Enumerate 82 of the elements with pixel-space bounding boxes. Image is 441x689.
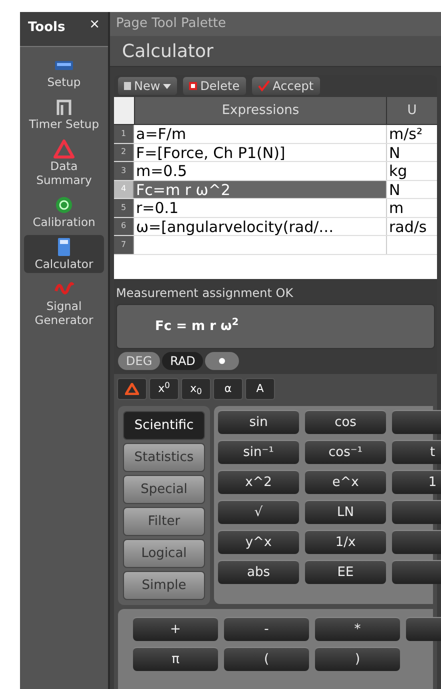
tool-item[interactable]: Calculator xyxy=(24,234,104,272)
operator-key[interactable]: ( xyxy=(224,647,309,671)
target-icon xyxy=(53,194,75,214)
row-number: 7 xyxy=(114,236,134,254)
symbol-button[interactable]: A xyxy=(245,378,275,400)
table-cell: a=F/m xyxy=(134,125,387,142)
tool-item[interactable]: Timer Setup xyxy=(24,94,104,132)
operator-key[interactable]: - xyxy=(224,617,309,641)
table-cell-text: N xyxy=(388,144,402,161)
toolbar-button[interactable]: Delete xyxy=(183,77,246,95)
table-cell-text: N xyxy=(388,180,402,198)
tool-item[interactable]: Setup xyxy=(24,52,104,90)
table-cell: m=0.5 xyxy=(134,162,387,180)
tool-item[interactable]: Data Summary xyxy=(24,136,104,188)
row-number: 4 xyxy=(114,180,134,198)
table-row[interactable]: 7 xyxy=(114,236,437,254)
check-icon xyxy=(258,80,270,92)
mode-tab[interactable]: Simple xyxy=(123,571,205,600)
status-text: Measurement assignment OK xyxy=(115,285,294,302)
angle-toggle[interactable]: RAD xyxy=(162,352,204,370)
mode-tab[interactable]: Logical xyxy=(123,539,205,568)
row-number: 3 xyxy=(114,162,134,180)
table-cell: Fc=m r ω^2 xyxy=(134,180,387,198)
table-cell-text: kg xyxy=(388,162,408,180)
stopwatch-button[interactable] xyxy=(205,352,240,370)
symbol-button[interactable]: α xyxy=(213,378,243,400)
table-row[interactable]: 4 Fc=m r ω^2 N xyxy=(114,180,437,199)
triangle-icon xyxy=(125,383,139,395)
table-cell-text: rad/s xyxy=(388,218,428,235)
tool-item[interactable]: Signal Generator xyxy=(24,276,104,328)
row-number: 1 xyxy=(114,125,134,142)
table-row[interactable]: 1 a=F/m m/s² xyxy=(114,125,437,144)
column-header: Expressions xyxy=(134,97,387,124)
function-key[interactable]: EE xyxy=(305,560,386,584)
table-cell: F=[Force, Ch P1(N)] xyxy=(134,144,387,161)
close-button[interactable]: × xyxy=(89,18,100,31)
function-key[interactable]: y^x xyxy=(218,530,299,554)
function-key[interactable]: x^2 xyxy=(218,470,299,494)
operator-key[interactable]: ) xyxy=(315,647,400,671)
mode-tab[interactable]: Filter xyxy=(123,507,205,536)
table-row[interactable]: 5 r=0.1 m xyxy=(114,199,437,218)
row-number: 6 xyxy=(114,218,134,235)
symbol-button[interactable]: x$^{0}$ xyxy=(149,378,179,400)
operator-key[interactable]: π xyxy=(133,647,218,671)
row-number: 5 xyxy=(114,199,134,216)
function-key[interactable]: t xyxy=(392,440,441,464)
mode-tab[interactable]: Scientific xyxy=(123,411,205,440)
operator-key[interactable]: + xyxy=(133,617,218,641)
table-cell-text: m xyxy=(388,199,405,216)
mode-tab[interactable]: Statistics xyxy=(123,443,205,472)
triangle-icon xyxy=(53,138,75,158)
table-row[interactable]: 6 ω=[angularvelocity(rad/… rad/s xyxy=(114,218,437,236)
tool-item[interactable]: Calibration xyxy=(24,192,104,230)
heading: Calculator xyxy=(110,36,441,67)
function-key[interactable]: sin xyxy=(218,410,299,434)
palette-title: Page Tool Palette xyxy=(110,12,441,36)
table-cell: r=0.1 xyxy=(134,199,387,216)
function-key[interactable]: e^x xyxy=(305,470,386,494)
header-corner xyxy=(114,97,134,124)
symbol-button[interactable]: x$_{0}$ xyxy=(181,378,211,400)
function-key[interactable]: sin⁻¹ xyxy=(218,440,299,464)
column-header: U xyxy=(406,102,418,120)
toolbar-button[interactable]: Accept xyxy=(252,77,320,95)
delete-icon xyxy=(189,82,198,90)
function-key[interactable]: LN xyxy=(305,500,386,524)
formula-display: Fc = m r ω$^{2}$ xyxy=(116,304,435,349)
function-key[interactable]: cos⁻¹ xyxy=(305,440,386,464)
mode-tab[interactable]: Special xyxy=(123,475,205,504)
table-cell-text: m/s² xyxy=(388,125,424,142)
document-icon xyxy=(124,82,131,90)
table-row[interactable]: 2 F=[Force, Ch P1(N)] N xyxy=(114,144,437,162)
triangle-button[interactable] xyxy=(117,378,147,400)
function-key[interactable]: cos xyxy=(305,410,386,434)
function-key[interactable]: 1/x xyxy=(305,530,386,554)
function-key[interactable]: 1 xyxy=(392,470,441,494)
table-cell: ω=[angularvelocity(rad/… xyxy=(134,218,387,235)
panel-title: Tools xyxy=(28,19,66,37)
function-key[interactable]: √ xyxy=(218,500,299,524)
operator-key[interactable]: * xyxy=(315,617,400,641)
toolbar-button[interactable]: New xyxy=(118,77,178,95)
row-number: 2 xyxy=(114,144,134,161)
function-key[interactable]: abs xyxy=(218,560,299,584)
